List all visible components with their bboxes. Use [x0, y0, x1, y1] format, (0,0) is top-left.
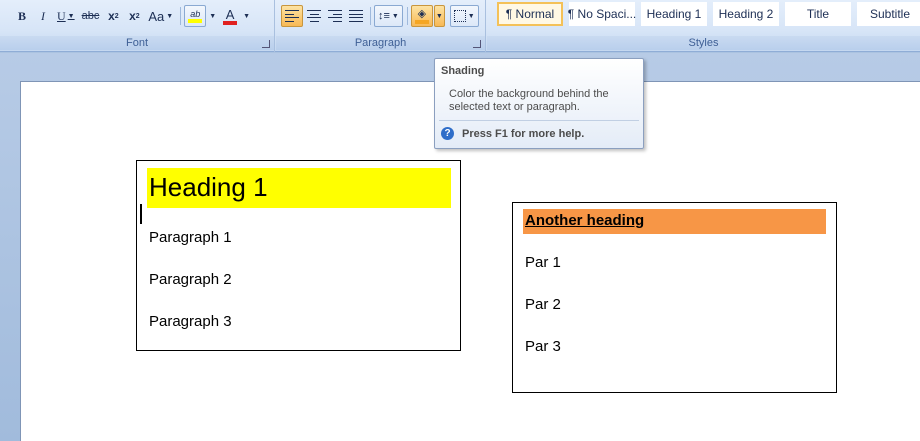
tooltip-help: ? Press F1 for more help. [441, 127, 584, 140]
paragraph-2[interactable]: Paragraph 2 [149, 271, 232, 288]
shading-dropdown[interactable]: ▼ [433, 5, 445, 27]
chevron-down-icon: ▼ [435, 12, 443, 20]
align-right-icon [328, 10, 342, 22]
font-group-label: Font [0, 36, 274, 50]
borders-icon [453, 10, 466, 22]
italic-button[interactable]: I [33, 5, 53, 27]
tooltip-help-text: Press F1 for more help. [462, 127, 585, 140]
separator [406, 7, 408, 25]
subscript-button[interactable]: x2 [103, 5, 123, 27]
shading-color-swatch [414, 19, 429, 24]
heading-1-text[interactable]: Heading 1 [149, 170, 268, 204]
tooltip-title: Shading [441, 65, 485, 77]
styles-group-label: Styles [487, 36, 920, 50]
dialog-launcher-icon[interactable] [262, 40, 270, 48]
shading-button[interactable]: ◈ [410, 5, 433, 27]
line-spacing-button[interactable]: ↕≡ ▼ [374, 5, 403, 27]
paragraph-3[interactable]: Paragraph 3 [149, 313, 232, 330]
font-group: B I U ▼ abc x2 x2 Aa ▼ ab ▼ A ▼ Font [0, 0, 275, 52]
font-color-swatch [223, 20, 238, 25]
style-heading-1[interactable]: Heading 1 [641, 2, 707, 26]
justify-icon [349, 10, 363, 22]
strikethrough-button[interactable]: abc [79, 5, 103, 27]
style-normal[interactable]: ¶ Normal [497, 2, 563, 26]
par-1[interactable]: Par 1 [525, 254, 561, 271]
tooltip-body: Color the background behind the selected… [449, 88, 609, 113]
align-center-button[interactable] [304, 5, 324, 27]
borders-button[interactable]: ▼ [449, 5, 479, 27]
style-heading-2[interactable]: Heading 2 [713, 2, 779, 26]
style-no-spacing[interactable]: ¶ No Spaci... [568, 2, 636, 26]
paragraph-format-row: ↕≡ ▼ ◈ ▼ ▼ [281, 4, 480, 28]
underline-label: U [57, 8, 66, 23]
bold-button[interactable]: B [12, 5, 32, 27]
chevron-down-icon: ▼ [391, 12, 399, 20]
highlighter-icon: ab [190, 8, 201, 19]
chevron-down-icon[interactable]: ▼ [209, 13, 216, 20]
change-case-label: Aa [148, 8, 165, 24]
style-title[interactable]: Title [785, 2, 851, 26]
align-center-icon [307, 10, 321, 22]
separator [370, 7, 371, 25]
text-cursor [140, 204, 142, 224]
highlight-color-button[interactable]: ab [184, 5, 207, 27]
font-format-row: B I U ▼ abc x2 x2 Aa ▼ ab ▼ A ▼ [2, 4, 250, 28]
chevron-down-icon: ▼ [467, 12, 475, 20]
ribbon: B I U ▼ abc x2 x2 Aa ▼ ab ▼ A ▼ Font ↕≡ … [0, 0, 920, 52]
par-2[interactable]: Par 2 [525, 296, 561, 313]
subscript-mark: 2 [114, 12, 119, 20]
paragraph-group-label: Paragraph [276, 36, 485, 50]
paragraph-1[interactable]: Paragraph 1 [149, 229, 232, 246]
chevron-down-icon[interactable]: ▼ [166, 13, 173, 20]
text-box-2[interactable]: Another heading Par 1 Par 2 Par 3 [512, 202, 837, 393]
font-color-button[interactable]: A [220, 5, 240, 27]
chevron-down-icon[interactable]: ▼ [68, 12, 75, 20]
paint-bucket-icon: ◈ [417, 7, 427, 20]
align-right-button[interactable] [325, 5, 345, 27]
style-subtitle[interactable]: Subtitle [857, 2, 920, 26]
dialog-launcher-icon[interactable] [473, 40, 481, 48]
separator [180, 7, 182, 25]
superscript-base: x [129, 9, 136, 23]
highlight-color-swatch [188, 18, 203, 23]
shading-tooltip: Shading Color the background behind the … [434, 58, 644, 149]
justify-button[interactable] [346, 5, 366, 27]
align-left-icon [285, 10, 299, 22]
subscript-base: x [108, 9, 115, 23]
superscript-button[interactable]: x2 [124, 5, 144, 27]
tooltip-divider [439, 120, 639, 121]
line-spacing-icon: ↕≡ [378, 10, 390, 22]
par-3[interactable]: Par 3 [525, 338, 561, 355]
paragraph-group: ↕≡ ▼ ◈ ▼ ▼ Paragraph [276, 0, 486, 52]
superscript-mark: 2 [135, 12, 140, 20]
align-left-button[interactable] [281, 5, 303, 27]
text-box-1[interactable]: Heading 1 Paragraph 1 Paragraph 2 Paragr… [136, 160, 461, 351]
change-case-button[interactable]: Aa ▼ [145, 5, 176, 27]
help-icon: ? [441, 127, 454, 140]
another-heading-text[interactable]: Another heading [525, 211, 644, 231]
chevron-down-icon[interactable]: ▼ [243, 13, 250, 20]
styles-group: ¶ Normal ¶ No Spaci... Heading 1 Heading… [487, 0, 920, 52]
font-color-glyph: A [225, 6, 235, 22]
underline-button[interactable]: U ▼ [54, 5, 78, 27]
